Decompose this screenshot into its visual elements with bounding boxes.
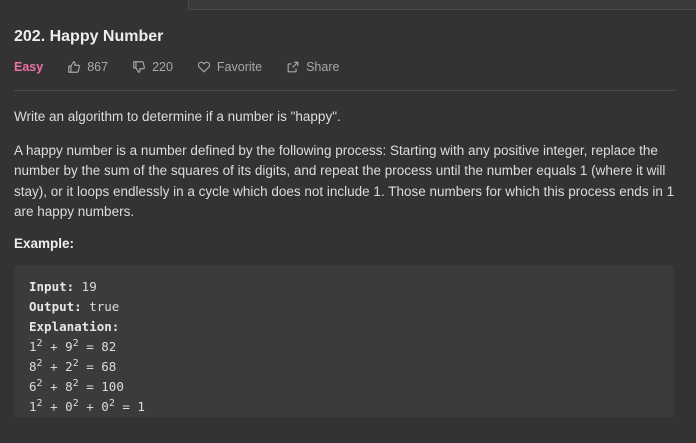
like-button[interactable]: 867 <box>67 60 108 74</box>
share-label: Share <box>306 60 340 74</box>
share-button[interactable]: Share <box>286 60 339 74</box>
problem-meta-row: Easy 867 220 Favorite Share <box>14 56 676 78</box>
favorite-label: Favorite <box>216 60 263 74</box>
input-value: 19 <box>74 278 97 294</box>
explanation-label: Explanation: <box>29 318 120 334</box>
example-code-block: Input: 19 Output: true Explanation: 12 +… <box>14 264 674 417</box>
favorite-button[interactable]: Favorite <box>197 60 262 74</box>
output-line: Output: true <box>29 297 659 317</box>
dislike-button[interactable]: 220 <box>132 60 173 74</box>
heart-icon <box>197 61 211 73</box>
explanation-step: 12 + 92 = 82 <box>29 337 117 354</box>
input-line: Input: 19 <box>29 277 659 297</box>
like-count: 867 <box>87 60 109 74</box>
editor-tab-area <box>188 0 696 10</box>
dislike-count: 220 <box>152 60 173 74</box>
top-bar <box>0 0 696 10</box>
explanation-step: 62 + 82 = 100 <box>29 377 124 394</box>
thumbs-up-icon <box>68 61 81 73</box>
example-heading: Example: <box>14 235 75 251</box>
output-label: Output: <box>29 298 82 314</box>
thumbs-down-icon <box>133 61 146 73</box>
description-intro: Write an algorithm to determine if a num… <box>14 109 341 124</box>
header-divider <box>14 90 676 91</box>
explanation-step: 12 + 02 + 02 = 1 <box>29 397 145 414</box>
description-definition: A happy number is a number defined by th… <box>14 142 675 220</box>
share-icon <box>287 61 299 73</box>
difficulty-badge: Easy <box>14 60 44 74</box>
problem-description-panel: 202. Happy Number Easy 867 220 Favorite <box>14 24 676 417</box>
output-value: true <box>81 298 120 314</box>
explanation-step: 82 + 22 = 68 <box>29 357 117 374</box>
input-label: Input: <box>29 278 75 294</box>
explanation-line: Explanation: <box>29 317 659 337</box>
problem-title: 202. Happy Number <box>14 28 164 45</box>
